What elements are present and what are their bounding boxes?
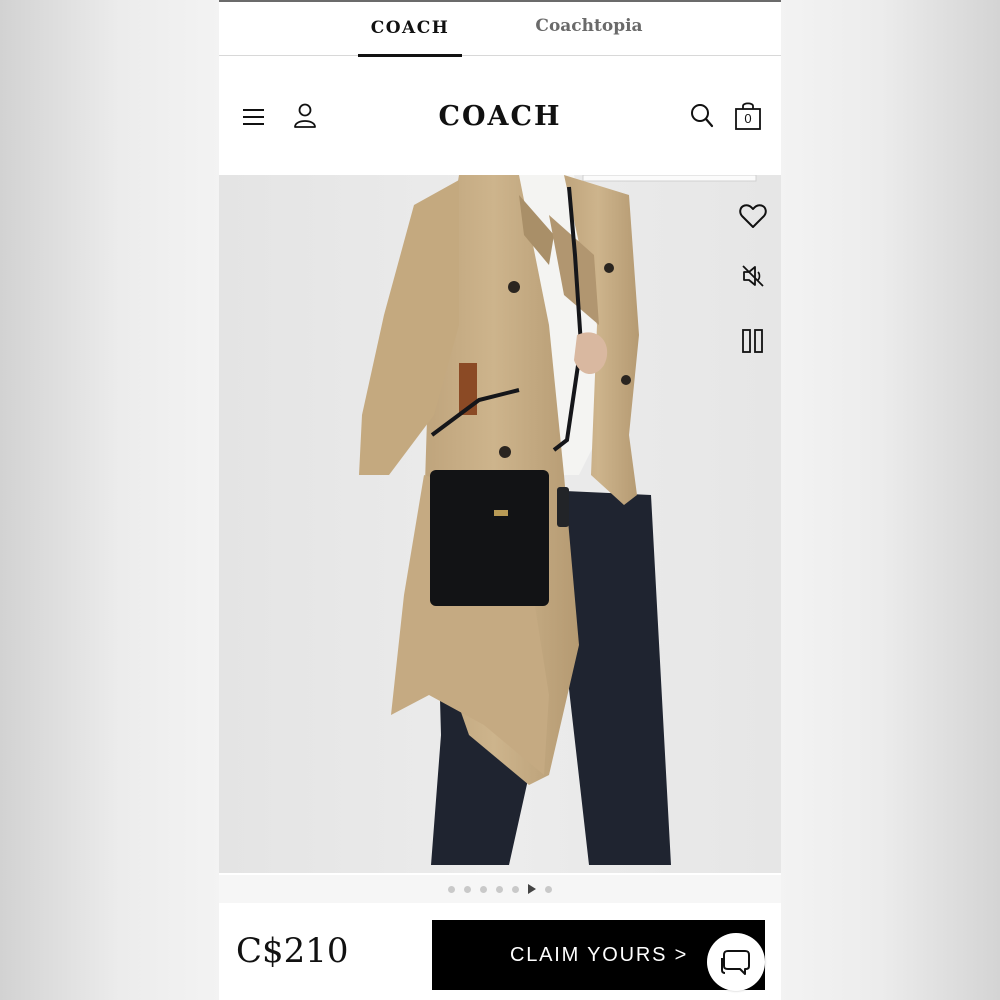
phone-screen: COACH Coachtopia COACH 0 C$210 CLAIM YOU… — [219, 0, 781, 1000]
tab-coachtopia-label: Coachtopia — [535, 16, 643, 36]
carousel-dot[interactable] — [496, 885, 503, 893]
carousel-dot[interactable] — [545, 885, 552, 893]
product-price: C$210 — [236, 931, 349, 971]
heart-icon[interactable] — [736, 199, 770, 233]
carousel-dot[interactable] — [512, 885, 519, 893]
carousel-dot[interactable] — [480, 885, 487, 893]
product-photo — [219, 175, 781, 873]
carousel-dot[interactable] — [448, 885, 455, 893]
bag-count: 0 — [744, 111, 752, 126]
pause-icon[interactable] — [736, 324, 770, 358]
mute-icon[interactable] — [736, 259, 770, 293]
tab-coachtopia[interactable]: Coachtopia — [529, 14, 649, 57]
carousel-indicator — [219, 875, 781, 903]
site-header: COACH 0 — [219, 57, 781, 175]
purchase-bar: C$210 CLAIM YOURS > — [219, 903, 781, 1000]
carousel-dot[interactable] — [464, 885, 471, 893]
tab-coach[interactable]: COACH — [358, 14, 462, 57]
product-video[interactable] — [219, 175, 781, 873]
bag-icon[interactable]: 0 — [734, 101, 762, 131]
claim-yours-label: CLAIM YOURS > — [510, 943, 689, 966]
search-icon[interactable] — [690, 103, 714, 129]
tab-coach-label: COACH — [370, 18, 450, 38]
carousel-dot-active[interactable] — [528, 884, 536, 894]
chat-icon[interactable] — [707, 933, 765, 991]
brand-tab-bar: COACH Coachtopia — [219, 0, 781, 57]
